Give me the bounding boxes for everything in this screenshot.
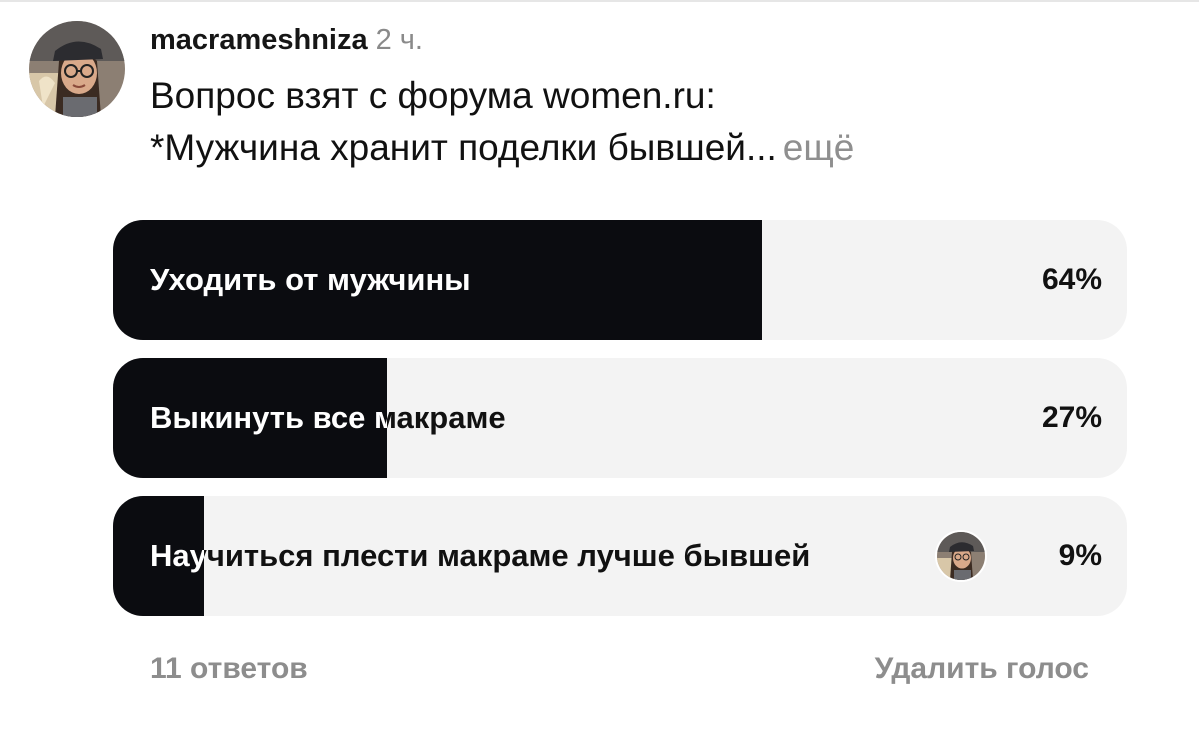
poll-option-2-label-inverse: Выкинуть все макраме bbox=[150, 400, 387, 435]
poll-option-2[interactable]: Выкинуть все макраме Выкинуть все макрам… bbox=[113, 358, 1127, 478]
post-header: macrameshniza 2 ч. bbox=[150, 20, 423, 60]
post-text: Вопрос взят с форума women.ru: *Мужчина … bbox=[150, 70, 854, 174]
username-link[interactable]: macrameshniza bbox=[150, 24, 368, 56]
poll-option-3-percent: 9% bbox=[1058, 539, 1102, 572]
top-divider bbox=[0, 0, 1199, 2]
poll-option-1-label-inverse: Уходить от мужчины bbox=[150, 262, 471, 297]
poll-option-3-label-clip: Научиться плести макраме лучше бывшей bbox=[113, 496, 204, 616]
remove-vote-button[interactable]: Удалить голос bbox=[875, 652, 1089, 686]
poll-option-3[interactable]: Научиться плести макраме лучше бывшей На… bbox=[113, 496, 1127, 616]
post-timestamp: 2 ч. bbox=[375, 24, 423, 56]
voter-avatar-photo-icon bbox=[937, 532, 985, 580]
user-avatar[interactable] bbox=[29, 21, 125, 117]
poll-option-2-percent: 27% bbox=[1041, 401, 1102, 434]
show-more-link[interactable]: ещё bbox=[783, 127, 855, 168]
poll-option-1[interactable]: Уходить от мужчины Уходить от мужчины 64… bbox=[113, 220, 1127, 340]
voter-avatar[interactable] bbox=[935, 530, 987, 582]
poll-option-1-label-clip: Уходить от мужчины bbox=[113, 220, 762, 340]
poll-option-3-label-inverse: Научиться плести макраме лучше бывшей bbox=[150, 538, 204, 573]
poll-option-3-label: Научиться плести макраме лучше бывшей bbox=[150, 538, 811, 573]
post-text-line-1: Вопрос взят с форума women.ru: bbox=[150, 75, 716, 116]
responses-count-link[interactable]: 11 ответов bbox=[150, 652, 308, 686]
avatar-photo-icon bbox=[29, 21, 125, 117]
poll-option-1-percent: 64% bbox=[1041, 263, 1102, 296]
post-text-line-2: *Мужчина хранит поделки бывшей... ещё bbox=[150, 122, 854, 174]
poll-option-2-label-clip: Выкинуть все макраме bbox=[113, 358, 387, 478]
post-text-truncated: *Мужчина хранит поделки бывшей... bbox=[150, 127, 777, 168]
